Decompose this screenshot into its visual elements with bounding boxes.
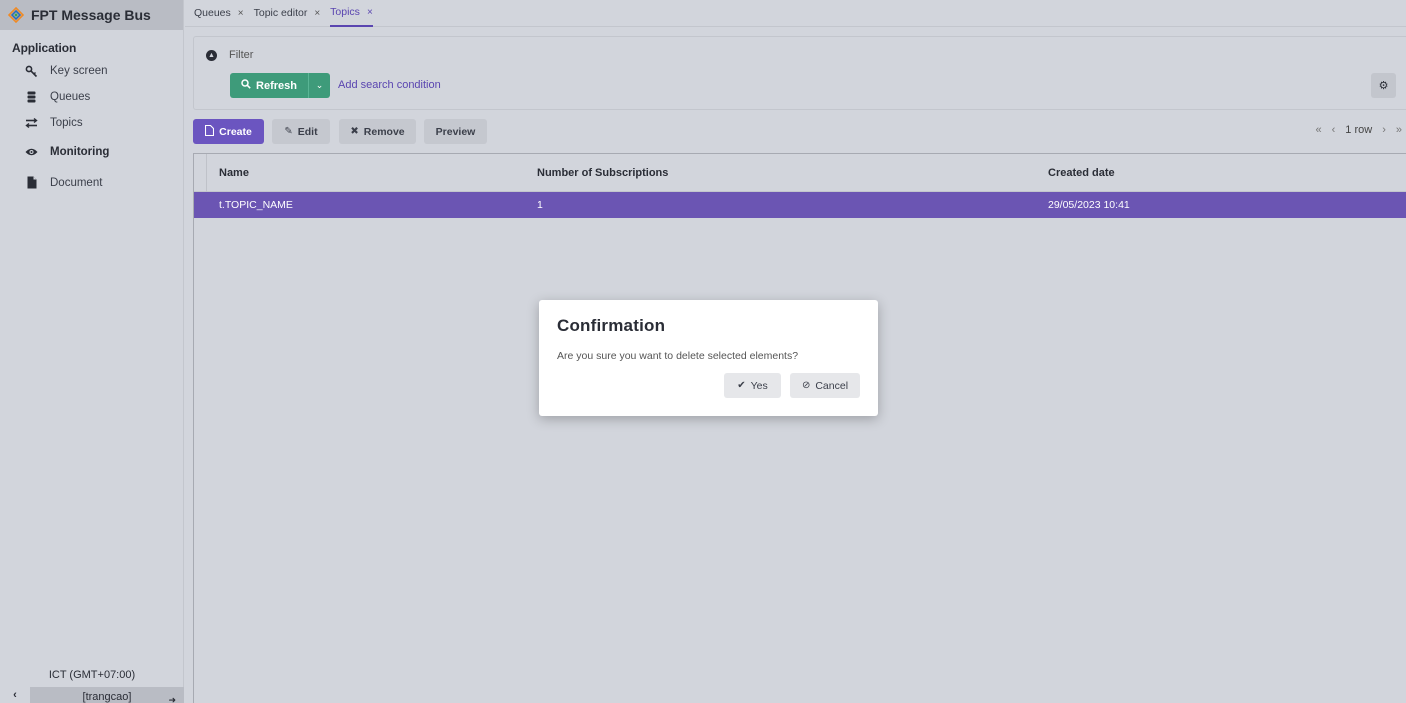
cancel-button[interactable]: ⊘ Cancel <box>790 373 860 398</box>
sidebar-item-monitoring[interactable]: Monitoring <box>0 136 183 167</box>
logout-icon[interactable]: ➜ <box>168 690 176 703</box>
collapse-sidebar-button[interactable]: ‹ <box>0 687 30 703</box>
close-icon[interactable]: × <box>238 0 244 27</box>
tab-bar: Queues × Topic editor × Topics × <box>185 0 1406 27</box>
column-header-name[interactable]: Name <box>219 167 249 179</box>
topics-table: Name Number of Subscriptions Created dat… <box>193 153 1406 703</box>
edit-label: Edit <box>297 125 318 138</box>
close-icon[interactable]: × <box>367 0 373 26</box>
section-title-application: Application <box>12 41 77 55</box>
refresh-label: Refresh <box>256 79 297 92</box>
add-search-condition-link[interactable]: Add search condition <box>338 79 441 91</box>
cell-name: t.TOPIC_NAME <box>219 199 293 211</box>
tab-queues[interactable]: Queues × <box>194 0 244 27</box>
user-name: [trangcao] <box>82 691 132 703</box>
file-icon <box>25 176 38 189</box>
chevron-down-icon: ⌄ <box>315 80 324 90</box>
arrows-exchange-icon <box>25 117 38 130</box>
remove-button[interactable]: ✖ Remove <box>339 119 416 144</box>
filter-toggle[interactable]: ▲ Filter <box>206 49 253 61</box>
column-header-created-date[interactable]: Created date <box>1048 167 1115 179</box>
tab-topic-editor[interactable]: Topic editor × <box>254 0 321 27</box>
app-title: FPT Message Bus <box>31 7 151 23</box>
chevron-up-icon: ▲ <box>206 49 217 61</box>
dialog-title: Confirmation <box>557 316 666 335</box>
sidebar-item-label: Queues <box>50 91 91 103</box>
tab-topics[interactable]: Topics × <box>330 0 373 27</box>
check-icon: ✔ <box>737 380 746 391</box>
yes-label: Yes <box>750 379 768 392</box>
sidebar-item-label: Topics <box>50 117 83 129</box>
confirmation-dialog: Confirmation Are you sure you want to de… <box>539 300 878 416</box>
tab-label: Topic editor <box>253 6 308 19</box>
fpt-logo-icon <box>8 7 24 23</box>
times-icon: ✖ <box>350 126 359 137</box>
gear-icon: ⚙ <box>1378 80 1389 92</box>
tab-label: Topics <box>330 5 360 18</box>
row-header-divider <box>206 154 207 192</box>
sidebar-item-label: Monitoring <box>50 145 110 158</box>
table-row[interactable]: t.TOPIC_NAME 1 29/05/2023 10:41 <box>194 192 1406 218</box>
row-count: 1 row <box>1345 124 1373 136</box>
sidebar-item-queues[interactable]: Queues <box>0 84 183 110</box>
dialog-message: Are you sure you want to delete selected… <box>557 350 799 362</box>
app-header: FPT Message Bus <box>0 0 183 30</box>
cancel-label: Cancel <box>815 379 849 392</box>
ban-icon: ⊘ <box>801 380 811 391</box>
sidebar-item-label: Key screen <box>50 65 108 77</box>
chevron-left-icon: ‹ <box>13 689 17 701</box>
tab-label: Queues <box>194 6 231 19</box>
column-header-subscriptions[interactable]: Number of Subscriptions <box>537 167 668 179</box>
user-bar: ‹ [trangcao] ➜ <box>0 687 184 703</box>
preview-label: Preview <box>435 125 476 138</box>
toolbar: Create ✎ Edit ✖ Remove Preview « ‹ 1 row… <box>193 119 1406 144</box>
cell-subscriptions: 1 <box>537 199 543 211</box>
pager: « ‹ 1 row › » <box>1306 124 1403 136</box>
sidebar-item-key-screen[interactable]: Key screen <box>0 58 183 84</box>
next-page-button[interactable]: › <box>1382 124 1386 136</box>
timezone-label: ICT (GMT+07:00) <box>48 669 136 681</box>
sidebar-item-document[interactable]: Document <box>0 167 183 198</box>
key-icon <box>25 65 38 78</box>
refresh-button-group: Refresh ⌄ <box>230 73 330 98</box>
user-menu[interactable]: [trangcao] ➜ <box>30 687 184 703</box>
sidebar-item-label: Document <box>50 176 103 189</box>
filter-panel: ▲ Filter Refresh ⌄ Add search condition … <box>193 36 1406 110</box>
database-icon <box>25 91 38 104</box>
yes-button[interactable]: ✔ Yes <box>724 373 781 398</box>
filter-label: Filter <box>229 49 254 61</box>
remove-label: Remove <box>363 125 405 138</box>
create-label: Create <box>219 125 252 138</box>
close-icon[interactable]: × <box>314 0 320 27</box>
first-page-button[interactable]: « <box>1316 124 1322 136</box>
file-plus-icon <box>205 124 215 139</box>
filter-settings-button[interactable]: ⚙ <box>1371 73 1396 98</box>
refresh-button[interactable]: Refresh <box>230 73 308 98</box>
refresh-dropdown-button[interactable]: ⌄ <box>308 73 330 98</box>
prev-page-button[interactable]: ‹ <box>1332 124 1336 136</box>
create-button[interactable]: Create <box>193 119 264 144</box>
pencil-icon: ✎ <box>284 126 293 137</box>
sidebar-nav: Key screen Queues Topics Monitoring Docu… <box>0 58 183 198</box>
search-icon <box>241 79 251 92</box>
edit-button[interactable]: ✎ Edit <box>272 119 330 144</box>
sidebar-item-topics[interactable]: Topics <box>0 110 183 136</box>
last-page-button[interactable]: » <box>1396 124 1402 136</box>
preview-button[interactable]: Preview <box>424 119 487 144</box>
eye-icon <box>25 145 38 158</box>
sidebar: FPT Message Bus Application Key screen Q… <box>0 0 184 703</box>
table-header: Name Number of Subscriptions Created dat… <box>194 154 1406 192</box>
cell-created-date: 29/05/2023 10:41 <box>1048 199 1130 211</box>
